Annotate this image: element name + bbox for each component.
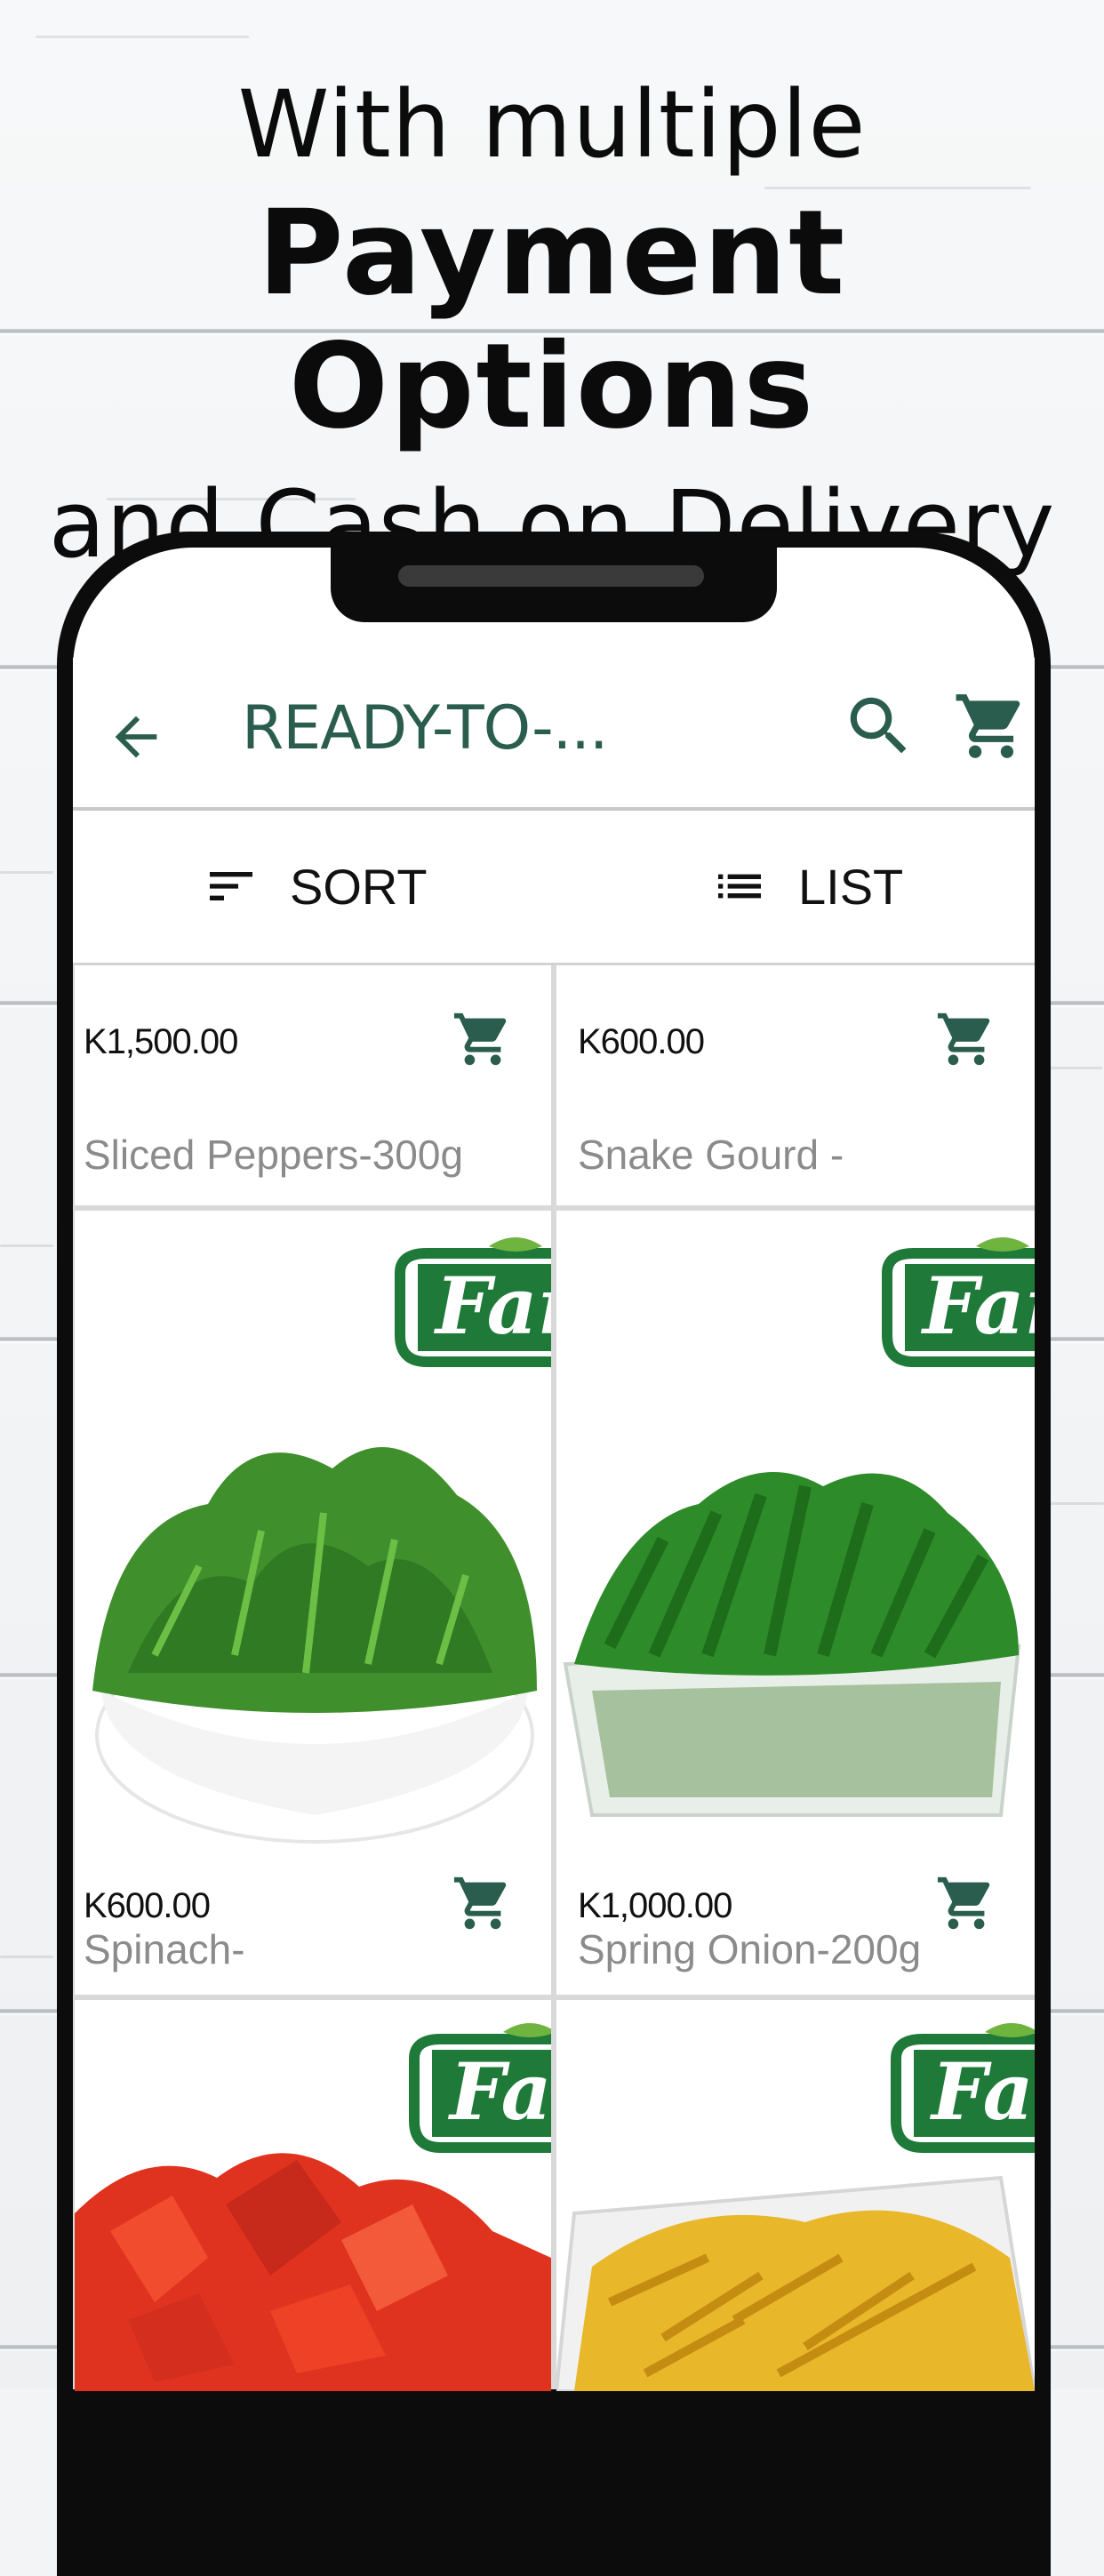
spring-onion-image bbox=[563, 1472, 1021, 1817]
promo-headline: With multiple Payment Options and Cash o… bbox=[0, 71, 1104, 578]
sort-icon bbox=[210, 872, 252, 900]
product-card[interactable]: Far K600.00 Spinach- bbox=[75, 1211, 551, 1995]
arrow-left-icon[interactable] bbox=[105, 706, 167, 768]
product-price: K1,000.00 bbox=[578, 1886, 732, 1925]
product-card[interactable]: Far bbox=[75, 2000, 551, 2391]
product-price: K1,500.00 bbox=[84, 1022, 238, 1061]
add-to-cart-icon[interactable] bbox=[935, 1008, 997, 1070]
add-to-cart-icon[interactable] bbox=[935, 1872, 997, 1934]
product-name: Spinach- bbox=[84, 1926, 245, 1972]
product-grid: K1,500.00 Sliced Peppers-300g K600.00 Sn… bbox=[73, 965, 1035, 2391]
search-icon[interactable] bbox=[841, 688, 917, 764]
add-to-cart-icon[interactable] bbox=[452, 1872, 514, 1934]
product-card[interactable]: K600.00 Snake Gourd - bbox=[556, 965, 1035, 1205]
tomato-image bbox=[75, 2153, 551, 2391]
headline-line-1: With multiple bbox=[237, 70, 867, 179]
yellow-beans-image bbox=[556, 2175, 1035, 2391]
product-name: Spring Onion-200g bbox=[578, 1926, 922, 1972]
list-label: LIST bbox=[798, 858, 904, 915]
sort-list-toolbar: SORT LIST bbox=[73, 811, 1035, 964]
product-card[interactable]: Far bbox=[556, 2000, 1035, 2391]
product-card[interactable]: Far K1,000.00 Spring Onion-200g bbox=[556, 1211, 1035, 1995]
sort-button[interactable]: SORT bbox=[203, 846, 428, 926]
app-bar: READY-TO-... bbox=[73, 658, 1035, 809]
phone-speaker bbox=[398, 565, 704, 587]
product-name: Snake Gourd - bbox=[578, 1132, 844, 1178]
sort-label: SORT bbox=[290, 858, 428, 915]
cart-icon[interactable] bbox=[953, 688, 1029, 764]
list-button[interactable]: LIST bbox=[711, 846, 903, 926]
product-name: Sliced Peppers-300g bbox=[84, 1132, 464, 1178]
product-price: K600.00 bbox=[84, 1886, 211, 1925]
headline-line-2: Payment Options bbox=[257, 185, 847, 455]
list-icon bbox=[718, 874, 761, 899]
add-to-cart-icon[interactable] bbox=[452, 1008, 514, 1070]
product-price: K600.00 bbox=[578, 1022, 705, 1061]
page-title: READY-TO-... bbox=[242, 693, 608, 764]
product-card[interactable]: K1,500.00 Sliced Peppers-300g bbox=[75, 965, 551, 1205]
spinach-image bbox=[92, 1447, 537, 1844]
